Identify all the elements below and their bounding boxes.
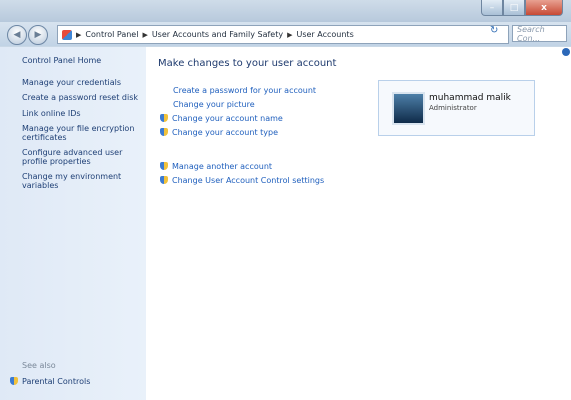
main-content: Make changes to your user account Create…	[146, 47, 571, 400]
sidebar-item-control-panel-home[interactable]: Control Panel Home	[22, 56, 140, 65]
address-bar[interactable]: ▶ Control Panel ▶ User Accounts and Fami…	[57, 25, 509, 44]
user-name: muhammad malik	[429, 93, 511, 103]
change-picture-link[interactable]: Change your picture	[173, 100, 255, 109]
manage-another-account-link[interactable]: Manage another account	[160, 162, 272, 171]
window-controls: – □ x	[481, 0, 563, 16]
shield-icon	[160, 128, 168, 136]
address-row: ◀ ▶ ▶ Control Panel ▶ User Accounts and …	[0, 22, 571, 46]
chevron-right-icon: ▶	[76, 30, 82, 39]
user-account-card: muhammad malik Administrator	[378, 80, 535, 136]
sidebar-item-password-reset-disk[interactable]: Create a password reset disk	[22, 93, 140, 102]
sidebar-item-file-encryption-certificates[interactable]: Manage your file encryption certificates	[22, 124, 140, 142]
change-account-type-link[interactable]: Change your account type	[160, 128, 278, 137]
shield-icon	[160, 162, 168, 170]
parental-controls-label: Parental Controls	[22, 377, 91, 386]
user-role: Administrator	[429, 104, 477, 112]
title-bar: – □ x	[0, 0, 571, 22]
back-button[interactable]: ◀	[7, 25, 27, 45]
page-title: Make changes to your user account	[158, 58, 337, 69]
sidebar-item-link-online-ids[interactable]: Link online IDs	[22, 109, 140, 118]
search-input[interactable]: Search Con...	[512, 25, 567, 43]
control-panel-icon	[62, 29, 72, 40]
sidebar-item-environment-variables[interactable]: Change my environment variables	[22, 172, 140, 190]
maximize-button[interactable]: □	[503, 0, 525, 16]
change-account-name-label: Change your account name	[172, 114, 283, 123]
sidebar: Control Panel Home Manage your credentia…	[0, 47, 146, 400]
manage-another-account-label: Manage another account	[172, 162, 273, 171]
uac-settings-link[interactable]: Change User Account Control settings	[160, 176, 324, 185]
sidebar-item-parental-controls[interactable]: Parental Controls	[10, 377, 128, 386]
sidebar-item-manage-credentials[interactable]: Manage your credentials	[22, 78, 140, 87]
chevron-right-icon: ▶	[142, 30, 148, 39]
sidebar-item-advanced-user-profile[interactable]: Configure advanced user profile properti…	[22, 148, 140, 166]
breadcrumb-user-accounts-family-safety[interactable]: User Accounts and Family Safety	[152, 30, 283, 39]
shield-icon	[160, 114, 168, 122]
breadcrumb-user-accounts[interactable]: User Accounts	[296, 30, 353, 39]
change-account-type-label: Change your account type	[172, 128, 278, 137]
create-password-link[interactable]: Create a password for your account	[173, 86, 316, 95]
refresh-icon[interactable]: ↻	[490, 25, 498, 36]
change-account-name-link[interactable]: Change your account name	[160, 114, 283, 123]
help-icon[interactable]	[562, 48, 570, 56]
shield-icon	[160, 176, 168, 184]
chevron-right-icon: ▶	[287, 30, 293, 39]
breadcrumb-control-panel[interactable]: Control Panel	[85, 30, 138, 39]
avatar	[392, 92, 425, 125]
forward-button[interactable]: ▶	[28, 25, 48, 45]
see-also-label: See also	[22, 361, 56, 370]
minimize-button[interactable]: –	[481, 0, 503, 16]
shield-icon	[10, 377, 18, 385]
uac-settings-label: Change User Account Control settings	[172, 176, 325, 185]
close-button[interactable]: x	[525, 0, 563, 16]
